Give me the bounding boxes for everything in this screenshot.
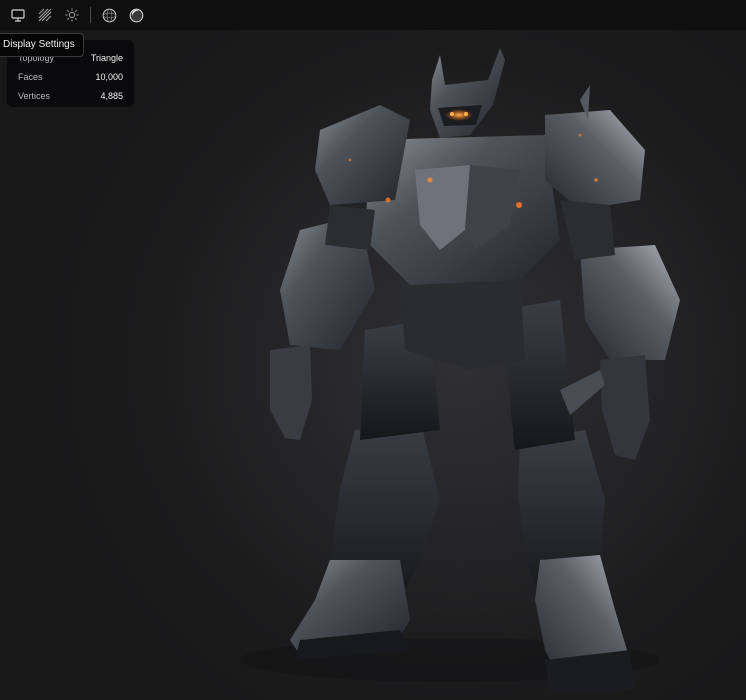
wire-sphere-icon bbox=[102, 8, 117, 22]
hatch-icon bbox=[38, 8, 51, 22]
toolbar-divider bbox=[90, 7, 91, 23]
monitor-icon bbox=[10, 8, 25, 22]
display-settings-tooltip: Display Settings bbox=[0, 33, 84, 57]
shaded-sphere-icon bbox=[129, 8, 144, 22]
faces-value: 10,000 bbox=[95, 71, 123, 82]
stat-row-faces: Faces 10,000 bbox=[18, 67, 123, 86]
display-settings-button[interactable] bbox=[7, 4, 29, 26]
material-button[interactable] bbox=[126, 4, 148, 26]
lighting-button[interactable] bbox=[61, 4, 83, 26]
viewer-toolbar bbox=[0, 0, 746, 30]
3d-viewport[interactable]: Topology Triangle Faces 10,000 Vertices … bbox=[0, 0, 746, 700]
stat-row-vertices: Vertices 4,885 bbox=[18, 86, 123, 105]
matcap-button[interactable] bbox=[99, 4, 121, 26]
vertices-label: Vertices bbox=[18, 90, 51, 101]
topology-value: Triangle bbox=[90, 52, 123, 63]
faces-label: Faces bbox=[18, 71, 43, 82]
wireframe-button[interactable] bbox=[34, 4, 56, 26]
vertices-value: 4,885 bbox=[100, 90, 123, 101]
sun-icon bbox=[65, 8, 78, 22]
